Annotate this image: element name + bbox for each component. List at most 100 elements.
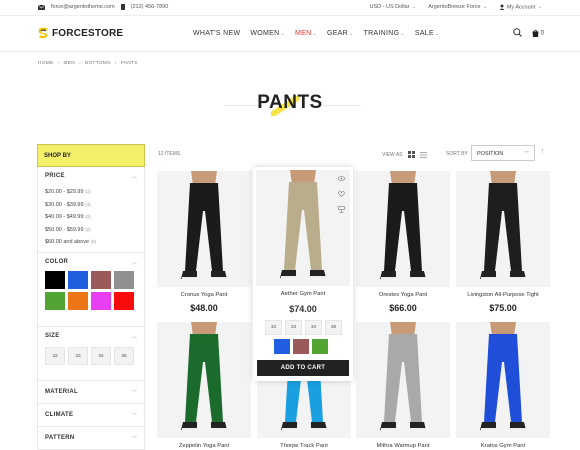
breadcrumb-home[interactable]: HOME	[38, 61, 54, 66]
chevron-down-icon: ⌄	[280, 31, 285, 37]
chevron-down-icon: ﹀	[131, 390, 137, 396]
product-image[interactable]	[456, 322, 550, 438]
product-name[interactable]: Orestes Yoga Pant	[356, 292, 450, 298]
chevron-up-icon[interactable]: ︿	[132, 333, 137, 340]
chevron-up-icon[interactable]: ︿	[132, 173, 137, 180]
nav-item-women[interactable]: WOMEN⌄	[250, 30, 285, 37]
color-swatch[interactable]	[68, 292, 88, 310]
price-option[interactable]: $20.00 - $29.99 (2)	[45, 186, 137, 199]
color-swatch[interactable]	[91, 271, 111, 289]
filter-price: PRICE ︿ $20.00 - $29.99 (2) $30.00 - $39…	[37, 167, 145, 253]
filter-material[interactable]: MATERIAL ﹀	[37, 381, 145, 404]
product-card[interactable]: Zeppelin Yoga Pant	[157, 322, 251, 449]
size-option[interactable]: 32	[45, 347, 65, 365]
filter-material-title: MATERIAL	[45, 389, 78, 395]
filter-price-title[interactable]: PRICE	[45, 173, 137, 179]
size-option[interactable]: 32	[265, 320, 282, 335]
product-name[interactable]: Livingston All-Purpose Tight	[456, 292, 550, 298]
cart-count: 0	[540, 30, 544, 37]
page-title-area: PANTS	[0, 84, 580, 124]
nav-label: MEN	[294, 30, 312, 37]
pants-image	[280, 170, 326, 278]
product-card[interactable]: Cronus Yoga Pant $48.00	[157, 171, 251, 313]
color-swatch[interactable]	[68, 271, 88, 289]
product-image[interactable]	[157, 171, 251, 287]
pants-image	[380, 322, 426, 430]
search-icon[interactable]	[513, 28, 522, 37]
compare-icon[interactable]	[338, 206, 345, 213]
filter-size-title[interactable]: SIZE	[45, 333, 137, 339]
color-swatch[interactable]	[114, 292, 134, 310]
account-menu[interactable]: My Account ⌄	[499, 4, 542, 10]
nav-item-sale[interactable]: SALE⌄	[415, 30, 440, 37]
size-option[interactable]: 34	[91, 347, 111, 365]
product-name[interactable]: Cronus Yoga Pant	[157, 292, 251, 298]
currency-switcher[interactable]: USD - US Dollar ⌄	[370, 4, 417, 10]
size-option[interactable]: 36	[114, 347, 134, 365]
price-option[interactable]: $30.00 - $39.99 (3)	[45, 199, 137, 212]
color-swatch[interactable]	[91, 292, 111, 310]
color-swatches	[45, 271, 137, 310]
color-swatch[interactable]	[45, 292, 65, 310]
product-name[interactable]: Thorpe Track Pant	[257, 443, 351, 449]
sort-select[interactable]: POSITION ﹀	[471, 145, 535, 161]
heart-icon[interactable]	[338, 191, 345, 197]
filter-color-title[interactable]: COLOR	[45, 259, 137, 265]
color-swatch[interactable]	[274, 339, 290, 354]
product-price: $66.00	[389, 303, 417, 313]
product-card[interactable]: Kratos Gym Pant	[456, 322, 550, 449]
color-swatch[interactable]	[293, 339, 309, 354]
nav-item-men[interactable]: MEN⌄	[295, 30, 317, 37]
size-option[interactable]: 34	[305, 320, 322, 335]
filter-pattern[interactable]: PATTERN ﹀	[37, 427, 145, 450]
nav-label: GEAR	[326, 30, 348, 37]
product-card[interactable]: Livingston All-Purpose Tight $75.00	[456, 171, 550, 313]
chevron-up-icon[interactable]: ︿	[132, 259, 137, 266]
product-card[interactable]: Mithra Warmup Pant	[356, 322, 450, 449]
sort-direction-icon[interactable]: ↑	[541, 148, 545, 155]
nav-item-training[interactable]: TRAINING⌄	[364, 30, 405, 37]
price-option[interactable]: $40.00 - $49.99 (2)	[45, 211, 137, 224]
price-range: $60.00 and above	[45, 239, 90, 246]
store-switcher[interactable]: ArgentoBreeze Force ⌄	[428, 4, 487, 10]
product-image[interactable]	[356, 322, 450, 438]
product-name[interactable]: Mithra Warmup Pant	[356, 443, 450, 449]
product-image[interactable]	[456, 171, 550, 287]
product-name[interactable]: Kratos Gym Pant	[456, 443, 550, 449]
filter-climate[interactable]: CLIMATE ﹀	[37, 404, 145, 427]
nav-item-whats-new[interactable]: WHAT'S NEW	[193, 30, 240, 37]
contact-email[interactable]: force@argentotheme.com	[51, 4, 115, 10]
breadcrumb-separator-icon: ›	[79, 61, 81, 66]
chevron-down-icon: ﹀	[131, 436, 137, 442]
color-swatch[interactable]	[312, 339, 328, 354]
price-option[interactable]: $60.00 and above (2)	[45, 236, 137, 249]
product-card[interactable]: Orestes Yoga Pant $66.00	[356, 171, 450, 313]
size-option[interactable]: 33	[285, 320, 302, 335]
list-view-icon[interactable]	[419, 151, 427, 158]
view-as-label: VIEW AS	[382, 151, 403, 158]
chevron-down-icon: ⌄	[412, 4, 417, 11]
product-name[interactable]: Aether Gym Pant	[253, 291, 353, 297]
add-to-cart-button[interactable]: ADD TO CART	[257, 360, 349, 376]
quick-view-icon[interactable]	[338, 176, 345, 181]
logo[interactable]: FORCESTORE	[38, 27, 123, 39]
nav-item-gear[interactable]: GEAR⌄	[327, 30, 354, 37]
product-image[interactable]	[256, 170, 350, 286]
product-card-hover[interactable]: Aether Gym Pant $74.00 32 33 34 36 ADD T…	[253, 167, 353, 381]
cart-button[interactable]: 0	[532, 29, 544, 37]
size-option[interactable]: 36	[325, 320, 342, 335]
product-image[interactable]	[356, 171, 450, 287]
color-swatch[interactable]	[45, 271, 65, 289]
price-option[interactable]: $50.00 - $59.99 (2)	[45, 224, 137, 237]
shop-by-header: SHOP BY	[37, 144, 145, 167]
contact-phone: (212) 456-7890	[130, 4, 169, 10]
size-option[interactable]: 33	[68, 347, 88, 365]
product-image[interactable]	[157, 322, 251, 438]
product-name[interactable]: Zeppelin Yoga Pant	[157, 443, 251, 449]
price-range: $30.00 - $39.99	[45, 201, 84, 208]
color-swatch[interactable]	[114, 271, 134, 289]
product-price: $74.00	[289, 304, 317, 314]
breadcrumb-bottoms[interactable]: BOTTOMS	[85, 61, 111, 66]
grid-view-icon[interactable]	[407, 151, 415, 158]
breadcrumb-men[interactable]: MEN	[64, 61, 76, 66]
